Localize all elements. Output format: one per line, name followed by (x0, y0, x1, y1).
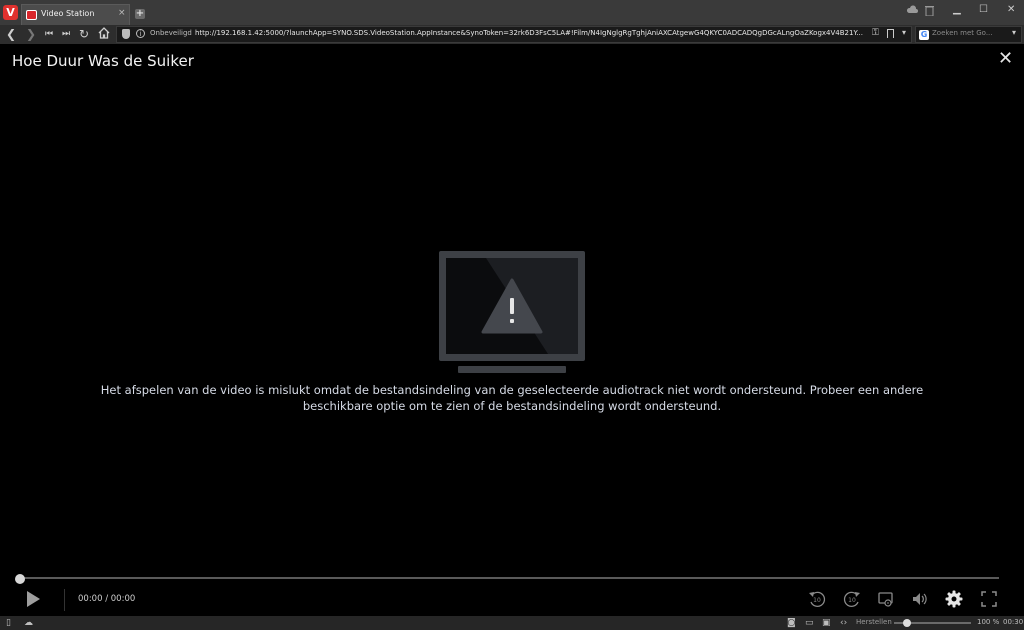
tab-title: Video Station (41, 9, 95, 18)
zoom-level: 100 % (977, 618, 1000, 626)
window-icon[interactable]: ▭ (805, 618, 814, 628)
trash-icon[interactable] (925, 5, 934, 19)
address-bar[interactable]: i Onbeveiligd http://192.168.1.42:5000/?… (116, 26, 912, 43)
tab-close-icon[interactable]: × (118, 8, 126, 18)
key-icon[interactable]: ⚿ (872, 28, 879, 38)
rewind-icon[interactable]: ⏮ (45, 27, 53, 41)
forward-10-label: 10 (848, 597, 856, 604)
forward-icon[interactable]: ❯ (26, 27, 36, 41)
code-icon[interactable]: ‹› (840, 618, 847, 628)
camera-icon[interactable]: ◙ (787, 618, 796, 628)
maximize-icon[interactable]: ☐ (979, 4, 988, 15)
google-icon: G (919, 30, 929, 40)
progress-handle[interactable] (15, 574, 25, 584)
fast-forward-icon[interactable]: ⏭ (62, 27, 70, 41)
fullscreen-icon[interactable] (980, 590, 998, 608)
play-icon[interactable] (27, 591, 40, 607)
chevron-down-icon[interactable]: ▾ (902, 28, 906, 37)
zoom-slider-handle[interactable] (903, 619, 911, 627)
search-input[interactable]: Zoeken met Go... (932, 29, 1008, 37)
search-engine-dropdown-icon[interactable]: ▾ (1012, 28, 1016, 37)
clock: 00:30 (1003, 618, 1024, 626)
search-field[interactable]: G Zoeken met Go... ▾ (915, 26, 1022, 43)
controls-divider (64, 589, 65, 611)
forward-10-icon[interactable]: 10 (843, 590, 861, 608)
rewind-10-icon[interactable]: 10 (808, 590, 826, 608)
browser-tab-video-station[interactable]: Video Station × (21, 4, 130, 25)
panel-toggle-icon[interactable]: ▯ (6, 618, 11, 628)
settings-icon[interactable] (945, 590, 963, 608)
volume-icon[interactable] (911, 590, 929, 608)
monitor-warning-icon (439, 251, 585, 373)
cloud-sync-icon[interactable] (906, 5, 918, 17)
bookmark-icon[interactable] (887, 29, 894, 38)
image-icon[interactable]: ▣ (822, 618, 831, 628)
reload-icon[interactable]: ↻ (79, 27, 89, 41)
time-display: 00:00 / 00:00 (78, 594, 136, 604)
status-bar: ▯ ☁ ◙ ▭ ▣ ‹› Herstellen 100 % 00:30 (0, 616, 1024, 630)
info-icon[interactable]: i (136, 29, 145, 38)
cloud-icon[interactable]: ☁ (24, 618, 33, 628)
progress-bar[interactable] (20, 577, 999, 579)
tab-bar: V Video Station × + ▁ ☐ ✕ (0, 0, 1024, 25)
close-icon[interactable]: ✕ (998, 48, 1013, 69)
shield-icon[interactable] (122, 29, 130, 39)
cast-icon[interactable] (877, 590, 895, 608)
reset-zoom-label[interactable]: Herstellen (856, 618, 892, 626)
url-input[interactable]: http://192.168.1.42:5000/?launchApp=SYNO… (195, 29, 865, 37)
vivaldi-logo-icon[interactable]: V (3, 5, 18, 20)
new-tab-button[interactable]: + (135, 9, 145, 19)
back-icon[interactable]: ❮ (6, 27, 16, 41)
home-icon[interactable] (98, 27, 110, 42)
window-close-icon[interactable]: ✕ (1007, 4, 1015, 15)
security-label: Onbeveiligd (150, 29, 192, 37)
rewind-10-label: 10 (813, 597, 821, 604)
video-station-favicon-icon (26, 10, 37, 20)
minimize-icon[interactable]: ▁ (953, 4, 961, 15)
video-title: Hoe Duur Was de Suiker (12, 52, 194, 70)
error-message: Het afspelen van de video is mislukt omd… (100, 383, 924, 413)
navigation-bar: ❮ ❯ ⏮ ⏭ ↻ i Onbeveiligd http://192.168.1… (0, 25, 1024, 44)
video-player: Hoe Duur Was de Suiker ✕ Het afspelen va… (0, 44, 1024, 616)
